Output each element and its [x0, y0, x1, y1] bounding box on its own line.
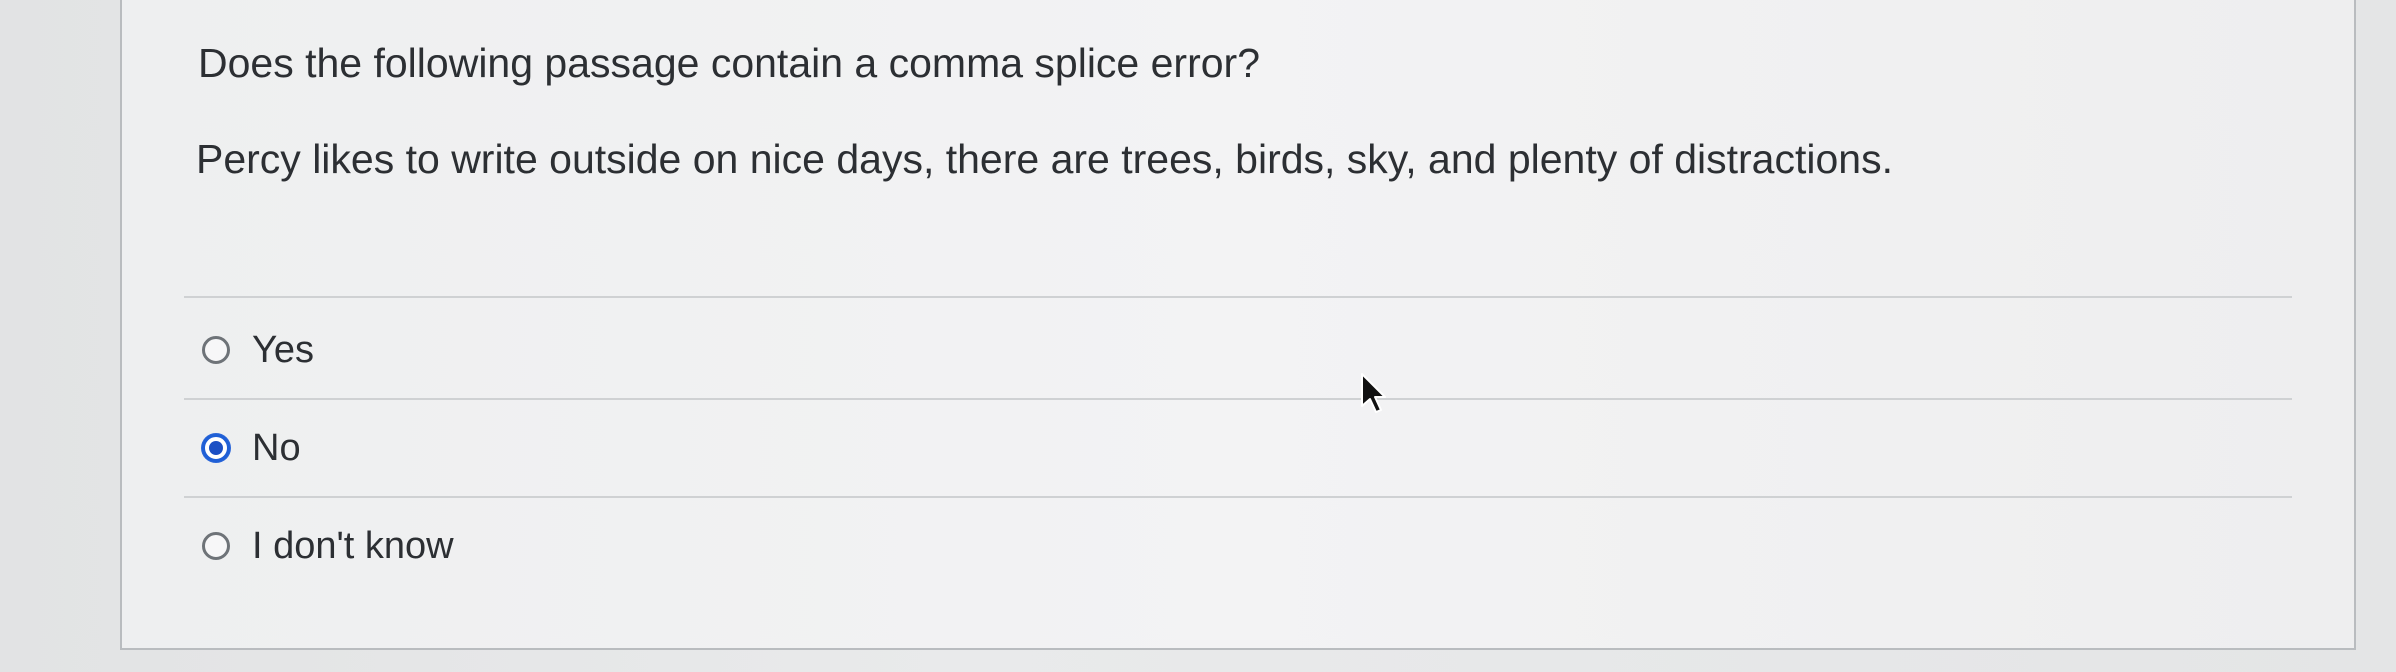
option-label-no: No — [252, 426, 301, 469]
option-dont-know[interactable]: I don't know — [202, 516, 454, 576]
radio-no-selected[interactable] — [202, 434, 230, 462]
divider — [184, 496, 2292, 498]
option-label-yes: Yes — [252, 328, 314, 371]
option-no[interactable]: No — [202, 418, 301, 478]
question-passage: Percy likes to write outside on nice day… — [196, 136, 1893, 182]
radio-yes[interactable] — [202, 336, 230, 364]
mouse-pointer-icon — [1361, 373, 1386, 413]
question-prompt: Does the following passage contain a com… — [198, 40, 1260, 86]
page: Does the following passage contain a com… — [0, 0, 2396, 672]
question-card: Does the following passage contain a com… — [120, 0, 2356, 650]
option-label-dont-know: I don't know — [252, 524, 454, 567]
divider — [184, 296, 2292, 298]
radio-dont-know[interactable] — [202, 532, 230, 560]
option-yes[interactable]: Yes — [202, 320, 314, 380]
divider — [184, 398, 2292, 400]
